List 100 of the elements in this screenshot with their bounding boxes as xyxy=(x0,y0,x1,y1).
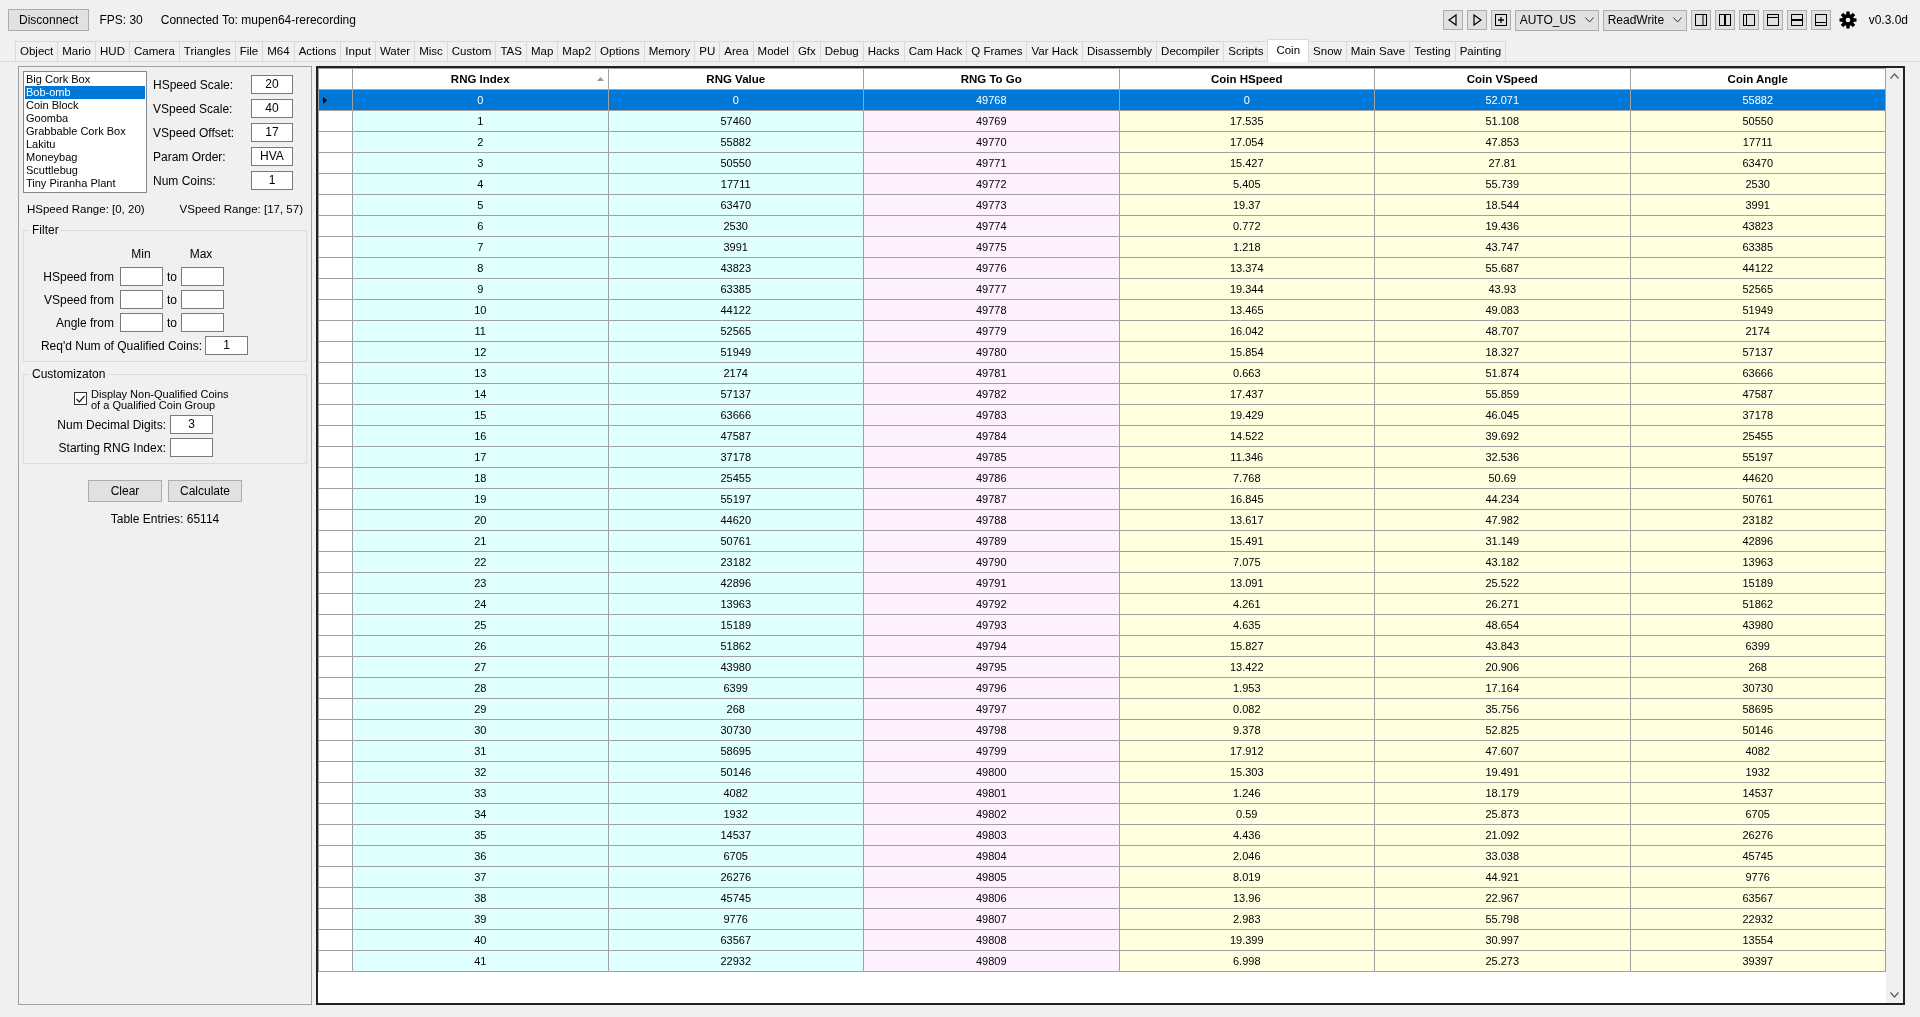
row-header[interactable] xyxy=(318,257,353,279)
row-header[interactable] xyxy=(318,467,353,489)
row-header[interactable] xyxy=(318,656,353,678)
column-header[interactable]: Coin Angle xyxy=(1630,68,1886,90)
row-header[interactable] xyxy=(318,740,353,762)
vertical-scrollbar[interactable] xyxy=(1886,68,1903,1003)
display-non-qualified-label: Display Non-Qualified Coins of a Qualified Coin Group xyxy=(91,389,229,412)
access-dropdown[interactable]: ReadWrite xyxy=(1602,9,1687,31)
coin-object-item[interactable]: Moneybag xyxy=(25,151,145,164)
coin-object-item[interactable]: Coin Block xyxy=(25,99,145,112)
back-button[interactable] xyxy=(1442,10,1463,30)
settings-icon[interactable] xyxy=(1838,11,1857,29)
param-label: Param Order: xyxy=(153,148,226,166)
layout-button[interactable] xyxy=(1762,10,1783,30)
column-header[interactable]: RNG Value xyxy=(608,68,864,90)
table-cell: 13.465 xyxy=(1119,299,1375,321)
row-header[interactable] xyxy=(318,236,353,258)
row-header[interactable] xyxy=(318,530,353,552)
row-header[interactable] xyxy=(318,383,353,405)
coin-object-item[interactable]: Tiny Piranha Plant xyxy=(25,177,145,190)
table-cell: 51949 xyxy=(608,341,864,363)
row-header[interactable] xyxy=(318,320,353,342)
min-field[interactable] xyxy=(120,267,163,287)
row-header[interactable] xyxy=(318,131,353,153)
param-field[interactable]: 20 xyxy=(251,75,293,94)
forward-button[interactable] xyxy=(1466,10,1487,30)
row-header[interactable] xyxy=(318,152,353,174)
column-header[interactable]: Coin VSpeed xyxy=(1374,68,1630,90)
layout-button[interactable] xyxy=(1786,10,1807,30)
row-header[interactable] xyxy=(318,278,353,300)
row-header[interactable] xyxy=(318,299,353,321)
coin-object-item[interactable]: Lakitu xyxy=(25,138,145,151)
min-field[interactable] xyxy=(120,290,163,310)
row-header[interactable] xyxy=(318,719,353,741)
scroll-down-icon[interactable] xyxy=(1890,992,1899,998)
starting-rng-index-field[interactable] xyxy=(170,438,213,458)
row-header[interactable] xyxy=(318,908,353,930)
row-header[interactable] xyxy=(318,593,353,615)
row-header[interactable] xyxy=(318,425,353,447)
action-button[interactable]: Calculate xyxy=(168,480,242,503)
param-field[interactable]: 17 xyxy=(251,123,293,142)
row-header[interactable] xyxy=(318,488,353,510)
row-header[interactable] xyxy=(318,866,353,888)
row-header[interactable] xyxy=(318,698,353,720)
decimal-digits-field[interactable]: 3 xyxy=(170,415,213,435)
layout-button[interactable] xyxy=(1690,10,1711,30)
row-header[interactable] xyxy=(318,803,353,825)
coin-object-item[interactable]: Bob-omb xyxy=(25,86,145,99)
layout-button[interactable] xyxy=(1738,10,1759,30)
tab[interactable]: Coin xyxy=(1267,39,1310,62)
row-header[interactable] xyxy=(318,404,353,426)
row-header[interactable] xyxy=(318,929,353,951)
row-header[interactable] xyxy=(318,362,353,384)
param-field[interactable]: HVA xyxy=(251,147,293,166)
tab[interactable]: Object xyxy=(15,41,59,61)
row-header[interactable] xyxy=(318,89,353,111)
row-header[interactable] xyxy=(318,677,353,699)
param-field[interactable]: 1 xyxy=(251,171,293,190)
row-header[interactable] xyxy=(318,635,353,657)
coin-object-item[interactable]: Big Cork Box xyxy=(25,73,145,86)
row-header[interactable] xyxy=(318,446,353,468)
coin-object-item[interactable]: Goomba xyxy=(25,112,145,125)
table-cell: 6.998 xyxy=(1119,950,1375,972)
row-header[interactable] xyxy=(318,761,353,783)
row-header[interactable] xyxy=(318,173,353,195)
column-header[interactable]: Coin HSpeed xyxy=(1119,68,1375,90)
coin-object-list[interactable]: Big Cork Box Bob-omb Coin Block Goomba Grabbable Cork Box Lakitu Moneybag Scuttlebug Tiny Piranha Plant xyxy=(23,71,147,193)
row-header[interactable] xyxy=(318,887,353,909)
table-cell: 35.756 xyxy=(1374,698,1630,720)
row-header[interactable] xyxy=(318,824,353,846)
row-header[interactable] xyxy=(318,341,353,363)
action-button[interactable]: Clear xyxy=(88,480,162,503)
param-field[interactable]: 40 xyxy=(251,99,293,118)
column-header[interactable]: RNG To Go xyxy=(863,68,1119,90)
row-header[interactable] xyxy=(318,950,353,972)
row-header[interactable] xyxy=(318,110,353,132)
tab[interactable]: Painting xyxy=(1454,41,1507,61)
row-header[interactable] xyxy=(318,845,353,867)
column-header[interactable]: RNG Index xyxy=(352,68,608,90)
max-field[interactable] xyxy=(181,290,224,310)
min-field[interactable] xyxy=(120,313,163,333)
row-header[interactable] xyxy=(318,215,353,237)
row-header[interactable] xyxy=(318,614,353,636)
coin-object-item[interactable]: Grabbable Cork Box xyxy=(25,125,145,138)
layout-button[interactable] xyxy=(1810,10,1831,30)
layout-button[interactable] xyxy=(1714,10,1735,30)
row-header[interactable] xyxy=(318,572,353,594)
row-header[interactable] xyxy=(318,551,353,573)
disconnect-button[interactable]: Disconnect xyxy=(8,9,90,31)
region-dropdown[interactable]: AUTO_US xyxy=(1514,9,1599,31)
plus-button[interactable] xyxy=(1490,10,1511,30)
max-field[interactable] xyxy=(181,313,224,333)
max-field[interactable] xyxy=(181,267,224,287)
scroll-up-icon[interactable] xyxy=(1890,73,1899,79)
row-header[interactable] xyxy=(318,194,353,216)
row-header[interactable] xyxy=(318,509,353,531)
display-non-qualified-checkbox[interactable] xyxy=(74,392,87,406)
required-coins-field[interactable]: 1 xyxy=(205,336,248,356)
row-header[interactable] xyxy=(318,782,353,804)
coin-object-item[interactable]: Scuttlebug xyxy=(25,164,145,177)
